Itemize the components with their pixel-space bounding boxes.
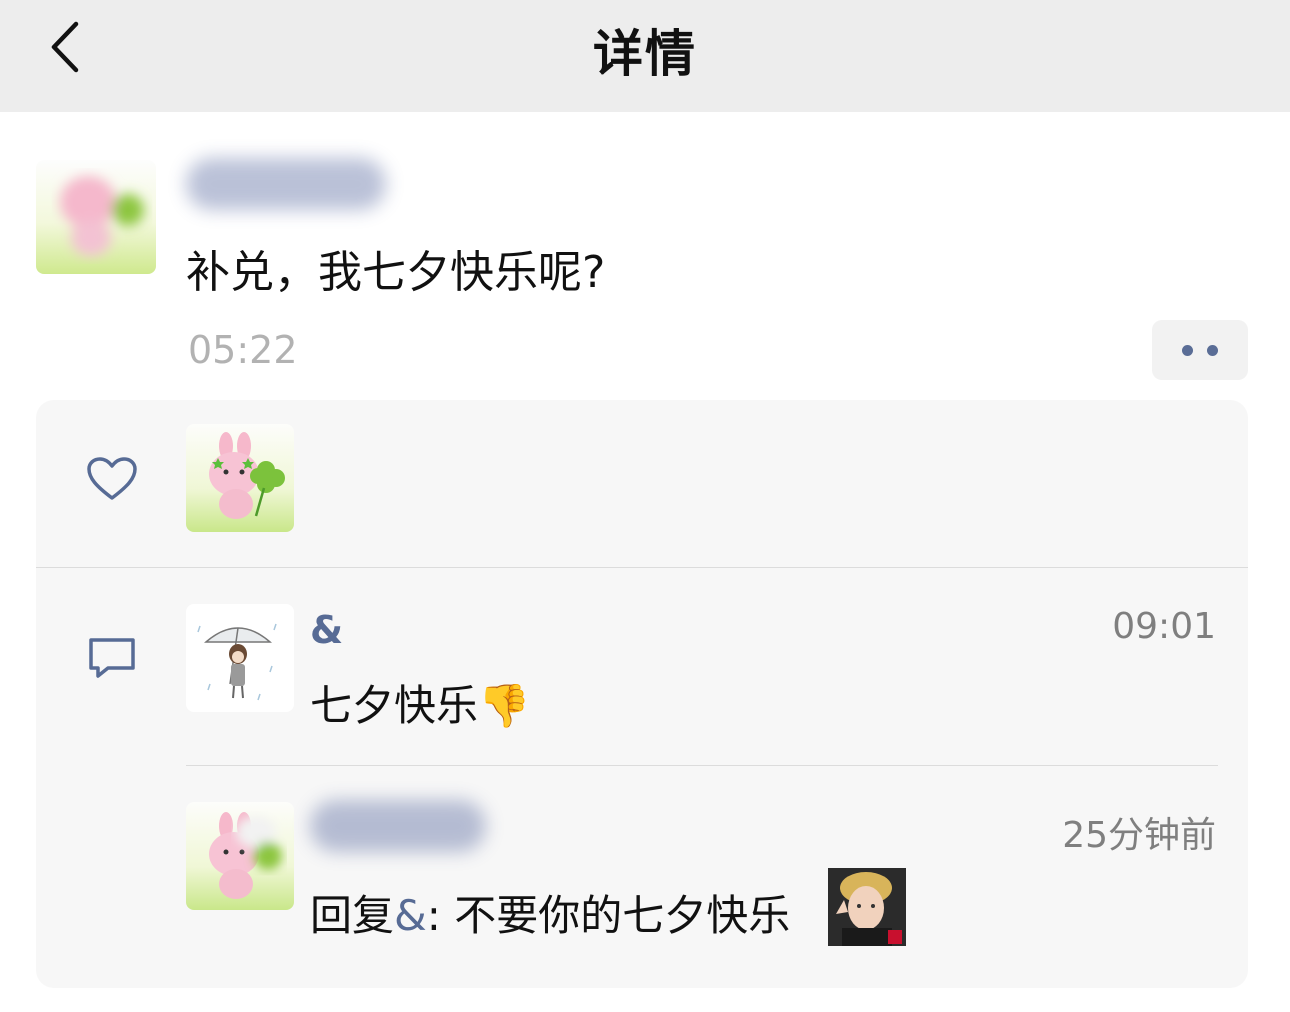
- reply-author-name-blurred[interactable]: [310, 800, 486, 852]
- thumbs-down-emoji-icon: 👎: [478, 681, 531, 730]
- post-text: 补兑，我七夕快乐呢?: [186, 247, 606, 298]
- reply-separator: :: [426, 891, 455, 940]
- post-author-avatar[interactable]: [36, 160, 156, 274]
- comment-text: 七夕快乐👎: [310, 672, 530, 733]
- reply-prefix: 回复: [310, 891, 395, 940]
- liker-avatar[interactable]: [186, 424, 294, 532]
- reply-text-content: 不要你的七夕快乐: [454, 891, 791, 940]
- more-actions-button[interactable]: [1152, 320, 1248, 380]
- navigation-bar: 详情: [0, 0, 1290, 112]
- comment-text-content: 七夕快乐: [310, 681, 479, 730]
- reply-text: 回复&: 不要你的七夕快乐: [310, 882, 790, 943]
- comment-icon: [89, 638, 135, 678]
- heart-icon: [87, 457, 137, 500]
- page-title: 详情: [593, 25, 697, 83]
- sticker-image: [828, 868, 906, 946]
- comment-author-avatar[interactable]: [186, 604, 294, 712]
- comment-divider: [186, 765, 1218, 766]
- reply-to-name[interactable]: &: [394, 891, 427, 940]
- reply-author-avatar[interactable]: [186, 802, 294, 910]
- more-dots-icon: [1182, 345, 1193, 356]
- more-dot: [1207, 345, 1218, 356]
- comment-author-name[interactable]: &: [310, 608, 343, 652]
- comment-time: 09:01: [1112, 606, 1216, 647]
- panel-divider: [36, 567, 1248, 568]
- post-author-name-blurred[interactable]: [186, 158, 386, 210]
- post-time: 05:22: [188, 328, 298, 372]
- reply-time: 25分钟前: [1062, 815, 1216, 856]
